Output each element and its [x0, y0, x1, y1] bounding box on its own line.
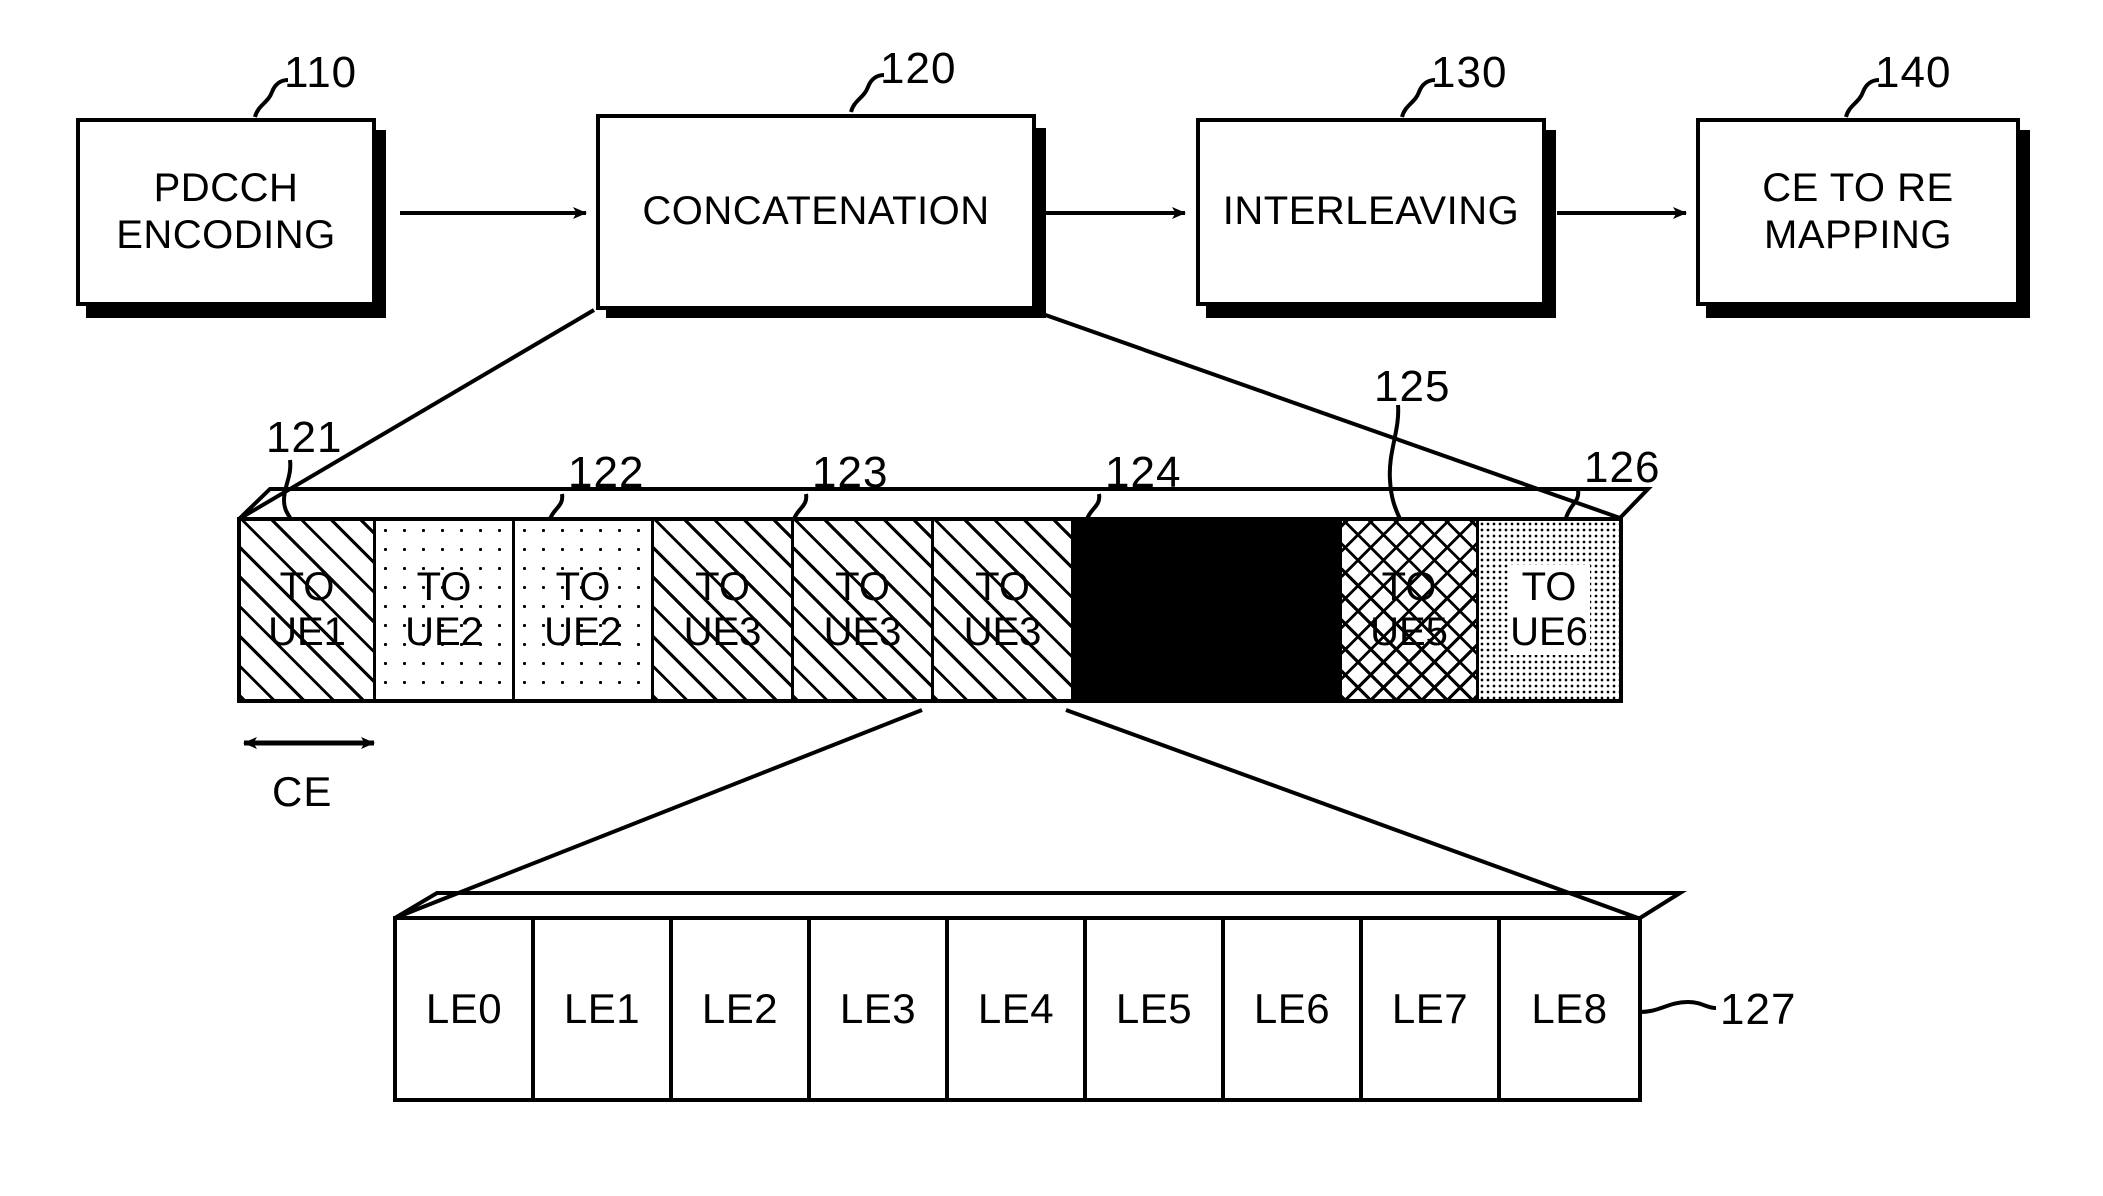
block-ce-to-re-mapping-label: CE TO RE MAPPING: [1762, 165, 1954, 257]
leader-123: [792, 493, 809, 520]
le-cell-7-label: LE7: [1391, 985, 1469, 1032]
le-cell-8-label: LE8: [1531, 985, 1608, 1032]
ce-cell-ue3-a[interactable]: TO UE3: [654, 521, 794, 699]
ce-cell-ue3-b[interactable]: TO UE3: [794, 521, 934, 699]
ce-cell-ue2-a-label: TO UE2: [405, 565, 483, 654]
ref-122: 122: [568, 448, 645, 497]
le-cell-2[interactable]: LE2: [673, 920, 811, 1098]
le-cell-6-label: LE6: [1253, 985, 1331, 1032]
le-strip-bevel: [393, 891, 1687, 920]
fan-line-left: [394, 708, 923, 920]
ce-cell-ue2-b-label: TO UE2: [544, 565, 622, 654]
le-cell-5-label: LE5: [1115, 985, 1193, 1032]
ce-cell-ue2-b[interactable]: TO UE2: [515, 521, 654, 699]
block-interleaving-label: INTERLEAVING: [1222, 189, 1520, 234]
ref-110: 110: [284, 48, 358, 97]
ce-cell-ue2-a[interactable]: TO UE2: [376, 521, 515, 699]
le-cell-0[interactable]: LE0: [397, 920, 535, 1098]
ce-cell-ue1[interactable]: TO UE1: [241, 521, 376, 699]
ref-121: 121: [266, 413, 343, 462]
ce-cell-ue4-b[interactable]: TO UE4: [1208, 521, 1342, 699]
ce-cell-ue3-c[interactable]: TO UE3: [934, 521, 1074, 699]
block-ce-to-re-mapping[interactable]: CE TO RE MAPPING: [1696, 118, 2020, 306]
ce-cell-ue3-b-label: TO UE3: [823, 565, 902, 654]
ce-unit-label: CE: [272, 768, 333, 815]
le-cell-3[interactable]: LE3: [811, 920, 949, 1098]
patent-figure: PDCCH ENCODING CONCATENATION INTERLEAVIN…: [0, 0, 2103, 1196]
ref-124: 124: [1105, 448, 1182, 497]
ce-cell-ue6-label: TO UE6: [1508, 565, 1590, 655]
le-strip: LE0 LE1 LE2 LE3 LE4 LE5 LE6 LE7 LE8: [393, 916, 1642, 1102]
ref-130: 130: [1431, 48, 1508, 97]
ref-125: 125: [1374, 362, 1451, 411]
le-cell-8[interactable]: LE8: [1501, 920, 1638, 1098]
ref-120: 120: [880, 44, 957, 93]
ce-cell-ue4-b-label: TO UE4: [1234, 565, 1313, 654]
ref-127: 127: [1720, 985, 1797, 1034]
leader-124: [1085, 493, 1102, 520]
le-cell-3-label: LE3: [839, 985, 917, 1032]
ce-cell-ue3-a-label: TO UE3: [683, 565, 762, 654]
leader-127: [1639, 999, 1717, 1014]
leader-125: [1387, 404, 1402, 520]
le-cell-0-label: LE0: [425, 985, 503, 1032]
block-pdcch-encoding[interactable]: PDCCH ENCODING: [76, 118, 376, 306]
le-cell-2-label: LE2: [701, 985, 779, 1032]
ce-cell-ue1-label: TO UE1: [268, 565, 346, 654]
le-cell-5[interactable]: LE5: [1087, 920, 1225, 1098]
ref-140: 140: [1875, 48, 1952, 97]
block-pdcch-encoding-label: PDCCH ENCODING: [116, 165, 336, 257]
ce-strip-bevel: [237, 487, 1653, 521]
le-cell-6[interactable]: LE6: [1225, 920, 1363, 1098]
ce-cell-ue4-a[interactable]: TO UE4: [1074, 521, 1208, 699]
block-interleaving[interactable]: INTERLEAVING: [1196, 118, 1546, 306]
ref-123: 123: [812, 448, 889, 497]
block-concatenation-label: CONCATENATION: [642, 189, 990, 234]
ce-strip: TO UE1 TO UE2 TO UE2 TO UE3 TO UE3 TO UE…: [237, 517, 1623, 703]
le-cell-1[interactable]: LE1: [535, 920, 673, 1098]
fan-line-right: [1065, 708, 1639, 920]
leader-122: [548, 493, 565, 520]
ce-cell-ue4-a-label: TO UE4: [1100, 565, 1179, 654]
le-cell-4-label: LE4: [977, 985, 1055, 1032]
ce-cell-ue5-label: TO UE5: [1370, 565, 1448, 654]
ce-cell-ue5[interactable]: TO UE5: [1342, 521, 1479, 699]
ce-cell-ue3-c-label: TO UE3: [963, 565, 1042, 654]
le-cell-1-label: LE1: [563, 985, 641, 1032]
ce-cell-ue6[interactable]: TO UE6: [1479, 521, 1619, 699]
ref-126: 126: [1584, 443, 1661, 492]
block-concatenation[interactable]: CONCATENATION: [596, 114, 1036, 310]
le-cell-4[interactable]: LE4: [949, 920, 1087, 1098]
le-cell-7[interactable]: LE7: [1363, 920, 1501, 1098]
